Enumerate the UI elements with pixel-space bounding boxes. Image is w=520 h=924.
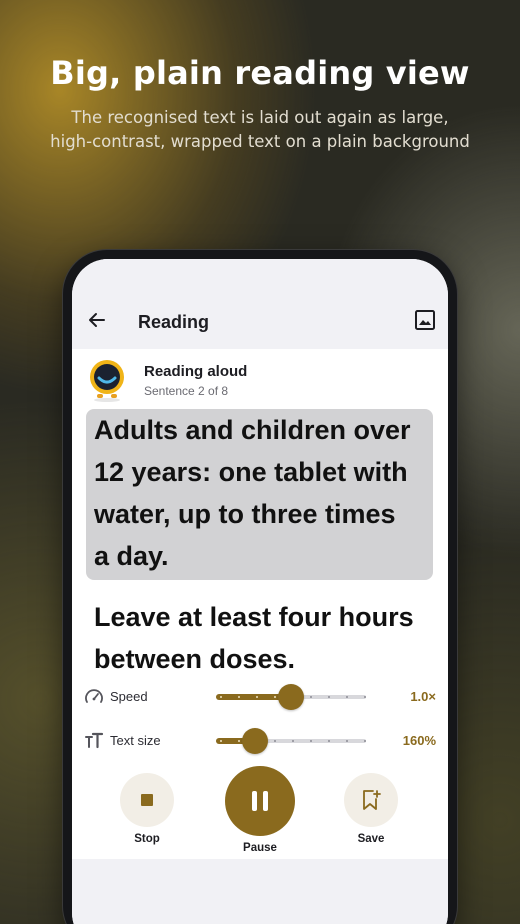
slider-tick xyxy=(310,696,312,698)
text-size-label: Text size xyxy=(110,733,161,748)
bookmark-add-icon xyxy=(363,790,381,810)
phone-frame: Reading Reading aloud Sentence 2 of 8 Ad… xyxy=(63,250,457,924)
slider-tick xyxy=(220,740,222,742)
pause-label: Pause xyxy=(243,842,277,854)
screen-bottom-area xyxy=(72,859,448,924)
view-image-button[interactable] xyxy=(414,309,436,331)
speedometer-icon xyxy=(85,689,103,703)
slider-tick xyxy=(220,696,222,698)
slider-tick xyxy=(328,740,330,742)
pause-button[interactable] xyxy=(225,766,295,836)
slider-tick xyxy=(238,696,240,698)
sentence-line: 12 years: one tablet with xyxy=(94,457,408,487)
save-button[interactable] xyxy=(344,773,398,827)
hero-subtitle: The recognised text is laid out again as… xyxy=(40,106,480,154)
stop-control: Stop xyxy=(112,773,182,845)
speed-slider[interactable] xyxy=(216,684,366,710)
phone-screen: Reading Reading aloud Sentence 2 of 8 Ad… xyxy=(72,259,448,924)
slider-tick xyxy=(346,696,348,698)
text-size-slider[interactable] xyxy=(216,728,366,754)
reader-status-title: Reading aloud xyxy=(144,363,248,380)
reading-content: Reading aloud Sentence 2 of 8 Adults and… xyxy=(72,349,448,859)
hero-subtitle-line: The recognised text is laid out again as… xyxy=(71,108,449,127)
hero-subtitle-line: high-contrast, wrapped text on a plain b… xyxy=(50,132,470,151)
stop-icon xyxy=(141,794,153,806)
image-icon xyxy=(415,310,435,330)
save-control: Save xyxy=(336,773,406,845)
slider-tick xyxy=(292,740,294,742)
app-bar: Reading xyxy=(72,259,448,349)
reader-status-subtitle: Sentence 2 of 8 xyxy=(144,384,229,398)
sentence-line: between doses. xyxy=(94,644,296,674)
pause-control: Pause xyxy=(222,766,298,854)
back-button[interactable] xyxy=(86,309,108,331)
slider-tick xyxy=(274,740,276,742)
sentence-active[interactable]: Adults and children over 12 years: one t… xyxy=(86,409,433,580)
sentence-line: a day. xyxy=(94,541,169,571)
slider-tick xyxy=(238,740,240,742)
reader-avatar-icon xyxy=(90,360,124,402)
stop-label: Stop xyxy=(134,833,160,845)
reader-status: Reading aloud Sentence 2 of 8 xyxy=(88,359,432,403)
sentence-line: Leave at least four hours xyxy=(94,602,414,632)
sentence-line: Adults and children over xyxy=(94,415,411,445)
text-size-slider-thumb[interactable] xyxy=(242,728,268,754)
slider-tick xyxy=(328,696,330,698)
sentence-next[interactable]: Leave at least four hours between doses. xyxy=(86,596,433,680)
slider-tick xyxy=(256,696,258,698)
slider-tick xyxy=(310,740,312,742)
save-label: Save xyxy=(357,833,385,845)
text-size-icon xyxy=(85,732,104,749)
text-size-control: Text size 160% xyxy=(84,726,438,756)
slider-tick xyxy=(364,696,366,698)
arrow-left-icon xyxy=(89,313,105,327)
slider-tick xyxy=(274,696,276,698)
slider-tick xyxy=(346,740,348,742)
slider-tick xyxy=(364,740,366,742)
speed-control: Speed 1.0× xyxy=(84,682,438,712)
speed-value: 1.0× xyxy=(410,689,436,704)
hero-title: Big, plain reading view xyxy=(50,54,470,92)
speed-label: Speed xyxy=(110,689,148,704)
sentence-line: water, up to three times xyxy=(94,499,396,529)
speed-slider-thumb[interactable] xyxy=(278,684,304,710)
page-title: Reading xyxy=(138,312,210,332)
text-size-value: 160% xyxy=(402,733,436,748)
pause-icon xyxy=(252,791,268,811)
stop-button[interactable] xyxy=(120,773,174,827)
